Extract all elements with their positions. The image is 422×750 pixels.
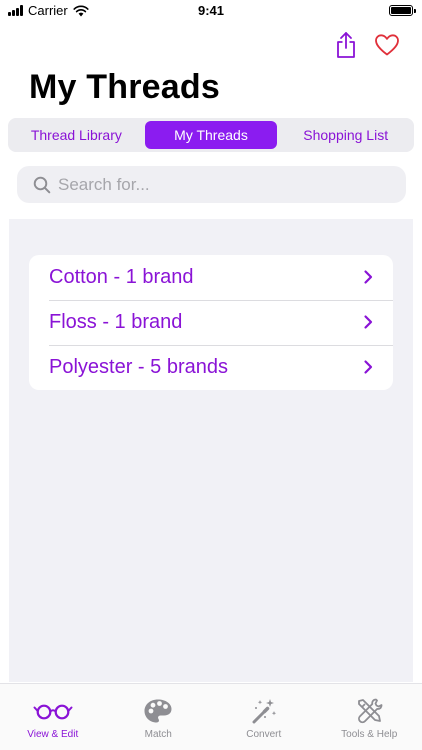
list-item-label: Floss - 1 brand: [49, 311, 183, 333]
list-item-floss[interactable]: Floss - 1 brand: [29, 300, 393, 345]
content-area: Cotton - 1 brand Floss - 1 brand Polyest…: [9, 219, 413, 682]
page-title: My Threads: [29, 68, 220, 106]
search-bar[interactable]: [17, 166, 406, 203]
list-item-polyester[interactable]: Polyester - 5 brands: [29, 345, 393, 390]
chevron-right-icon: [364, 315, 373, 329]
list-item-label: Polyester - 5 brands: [49, 356, 228, 378]
segment-thread-library[interactable]: Thread Library: [10, 120, 143, 150]
tab-convert[interactable]: Convert: [211, 684, 317, 750]
tab-tools-help[interactable]: Tools & Help: [317, 684, 422, 750]
tools-icon: [358, 698, 383, 724]
battery-icon: [389, 5, 416, 16]
tab-label: Match: [144, 729, 172, 740]
list-item-cotton[interactable]: Cotton - 1 brand: [29, 255, 393, 300]
status-bar: Carrier 9:41: [0, 0, 422, 22]
tab-label: Convert: [246, 729, 282, 740]
glasses-icon: [33, 704, 73, 720]
segmented-control: Thread Library My Threads Shopping List: [8, 118, 414, 152]
segment-shopping-list[interactable]: Shopping List: [279, 120, 412, 150]
share-icon: [337, 32, 355, 58]
tab-bar: View & Edit Match Convert Tools & Help: [0, 683, 422, 750]
share-button[interactable]: [332, 30, 360, 60]
chevron-right-icon: [364, 270, 373, 284]
search-input[interactable]: [58, 174, 378, 195]
tab-label: Tools & Help: [341, 729, 398, 740]
search-icon: [33, 176, 51, 193]
segment-my-threads[interactable]: My Threads: [144, 121, 278, 149]
heart-icon: [375, 34, 399, 56]
list-item-label: Cotton - 1 brand: [49, 266, 194, 288]
chevron-right-icon: [364, 360, 373, 374]
status-time: 9:41: [197, 3, 225, 18]
thread-category-list: Cotton - 1 brand Floss - 1 brand Polyest…: [29, 255, 393, 390]
tab-label: View & Edit: [27, 729, 79, 740]
palette-icon: [144, 699, 172, 723]
tab-view-edit[interactable]: View & Edit: [0, 684, 106, 750]
favorite-button[interactable]: [373, 30, 401, 60]
magic-wand-icon: [252, 699, 276, 724]
tab-match[interactable]: Match: [106, 684, 212, 750]
